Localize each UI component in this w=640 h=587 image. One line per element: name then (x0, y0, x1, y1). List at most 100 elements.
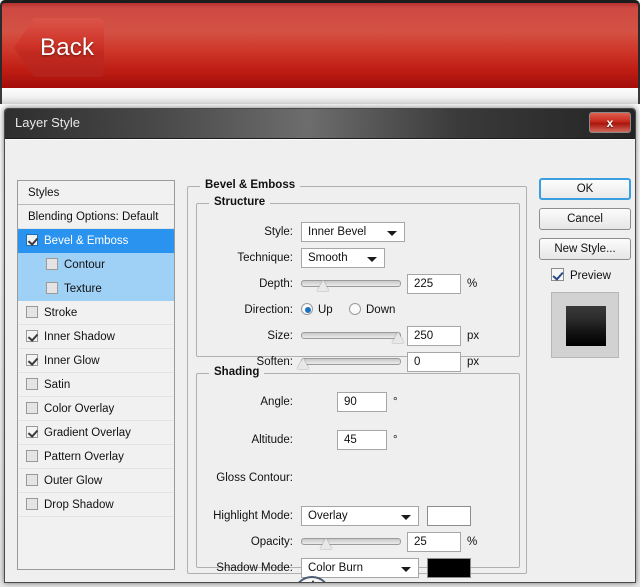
sidebar-item-blending-options[interactable]: Blending Options: Default (18, 205, 174, 229)
slider-knob[interactable] (297, 358, 309, 369)
checkbox-icon[interactable] (26, 378, 38, 390)
size-slider[interactable] (301, 326, 404, 346)
technique-select-value: Smooth (308, 252, 348, 264)
angle-input[interactable]: 90 (337, 392, 387, 412)
angle-label-box: Angle: (197, 392, 293, 412)
style-select-value: Inner Bevel (308, 226, 367, 238)
checkbox-icon[interactable] (26, 234, 38, 246)
technique-label: Technique: (237, 252, 293, 264)
highlight-opacity-label: Opacity: (250, 536, 293, 548)
direction-label-box: Direction: (197, 300, 293, 320)
dialog-titlebar[interactable]: Layer Style x (5, 109, 635, 139)
shading-group: Shading Angle: 90 ° Altitude: 45 ° Gloss… (196, 366, 520, 582)
size-row: Size: 250 px (197, 326, 517, 346)
checkbox-icon[interactable] (26, 474, 38, 486)
layer-style-dialog: Layer Style x Styles Blending Options: D… (4, 108, 636, 583)
new-style-button[interactable]: New Style... (539, 238, 631, 260)
altitude-label: Altitude: (251, 434, 293, 446)
sidebar-item-bevel-emboss[interactable]: Bevel & Emboss (18, 229, 174, 253)
sidebar-item-contour[interactable]: Contour (18, 253, 174, 277)
checkbox-icon[interactable] (46, 282, 58, 294)
soften-input[interactable]: 0 (407, 352, 461, 372)
sidebar-item-stroke[interactable]: Stroke (18, 301, 174, 325)
bevel-emboss-group: Bevel & Emboss Structure Style: Inner Be… (187, 179, 527, 582)
checkbox-icon[interactable] (26, 306, 38, 318)
chevron-down-icon (367, 257, 377, 262)
direction-down-label: Down (366, 304, 396, 316)
sidebar-item-outer-glow[interactable]: Outer Glow (18, 469, 174, 493)
angle-row: Angle: 90 ° (197, 392, 517, 412)
altitude-input[interactable]: 45 (337, 430, 387, 450)
checkbox-icon[interactable] (26, 402, 38, 414)
slider-knob[interactable] (317, 280, 329, 291)
sidebar-item-inner-glow[interactable]: Inner Glow (18, 349, 174, 373)
altitude-unit: ° (393, 434, 398, 446)
soften-slider[interactable] (297, 352, 401, 372)
close-icon[interactable]: x (589, 112, 631, 133)
direction-down-radio[interactable]: Down (349, 300, 395, 320)
depth-label: Depth: (259, 278, 293, 290)
sidebar-item-gradient-overlay[interactable]: Gradient Overlay (18, 421, 174, 445)
checkbox-icon[interactable] (26, 354, 38, 366)
chevron-down-icon (387, 231, 397, 236)
chevron-down-icon (401, 567, 411, 572)
sidebar-item-texture[interactable]: Texture (18, 277, 174, 301)
angle-unit: ° (393, 396, 398, 408)
shadow-color-swatch[interactable] (427, 558, 471, 578)
highlight-mode-select[interactable]: Overlay (301, 506, 419, 526)
highlight-opacity-input[interactable]: 25 (407, 532, 461, 552)
direction-row: Direction: Up Down (197, 300, 517, 320)
shadow-mode-label: Shadow Mode: (216, 562, 293, 574)
slider-knob[interactable] (392, 332, 404, 343)
sidebar-item-satin[interactable]: Satin (18, 373, 174, 397)
back-button[interactable]: Back (14, 18, 104, 77)
shadow-label-box: Shadow Mode: (197, 558, 293, 578)
style-select[interactable]: Inner Bevel (301, 222, 405, 242)
sidebar-item-label: Color Overlay (44, 403, 115, 415)
size-unit: px (467, 330, 480, 342)
radio-icon (349, 302, 361, 315)
cancel-button[interactable]: Cancel (539, 208, 631, 230)
sidebar-item-drop-shadow[interactable]: Drop Shadow (18, 493, 174, 517)
checkbox-icon[interactable] (26, 450, 38, 462)
settings-panel: Bevel & Emboss Structure Style: Inner Be… (187, 174, 527, 582)
ok-button[interactable]: OK (539, 178, 631, 200)
shadow-mode-row: Shadow Mode: Color Burn (197, 558, 517, 578)
sidebar-item-label: Inner Shadow (44, 331, 115, 343)
shading-legend: Shading (209, 366, 265, 378)
technique-select[interactable]: Smooth (301, 248, 385, 268)
depth-label-box: Depth: (197, 274, 293, 294)
sidebar-item-color-overlay[interactable]: Color Overlay (18, 397, 174, 421)
depth-input[interactable]: 225 (407, 274, 461, 294)
bevel-emboss-legend: Bevel & Emboss (200, 179, 301, 191)
sidebar-item-label: Stroke (44, 307, 78, 319)
style-label: Style: (264, 226, 293, 238)
highlight-mode-row: Highlight Mode: Overlay (197, 506, 517, 526)
sidebar-item-inner-shadow[interactable]: Inner Shadow (18, 325, 174, 349)
style-row: Style: Inner Bevel (197, 222, 497, 242)
sidebar-item-label: Contour (64, 259, 105, 271)
direction-up-radio[interactable]: Up (301, 300, 333, 320)
checkbox-icon[interactable] (46, 258, 58, 270)
structure-legend: Structure (209, 196, 271, 208)
checkbox-icon[interactable] (26, 498, 38, 510)
dialog-body: Styles Blending Options: Default Bevel &… (5, 139, 635, 582)
depth-slider[interactable] (301, 274, 401, 294)
highlight-opacity-label-box: Opacity: (197, 532, 293, 552)
back-button-label: Back (40, 33, 95, 61)
checkbox-icon[interactable] (26, 426, 38, 438)
shadow-mode-select[interactable]: Color Burn (301, 558, 419, 578)
sidebar-item-label: Blending Options: Default (28, 211, 159, 223)
size-label: Size: (267, 330, 293, 342)
highlight-opacity-slider[interactable] (301, 532, 401, 552)
preview-checkbox[interactable]: Preview (551, 268, 631, 284)
size-input[interactable]: 250 (407, 326, 461, 346)
sidebar-item-pattern-overlay[interactable]: Pattern Overlay (18, 445, 174, 469)
page-root: Back Layer Style x Styles Blending Optio… (0, 0, 640, 587)
checkbox-icon[interactable] (26, 330, 38, 342)
depth-row: Depth: 225 % (197, 274, 517, 294)
slider-track (301, 280, 401, 287)
sidebar-item-label: Bevel & Emboss (44, 235, 129, 247)
highlight-color-swatch[interactable] (427, 506, 471, 526)
slider-knob[interactable] (320, 538, 332, 549)
